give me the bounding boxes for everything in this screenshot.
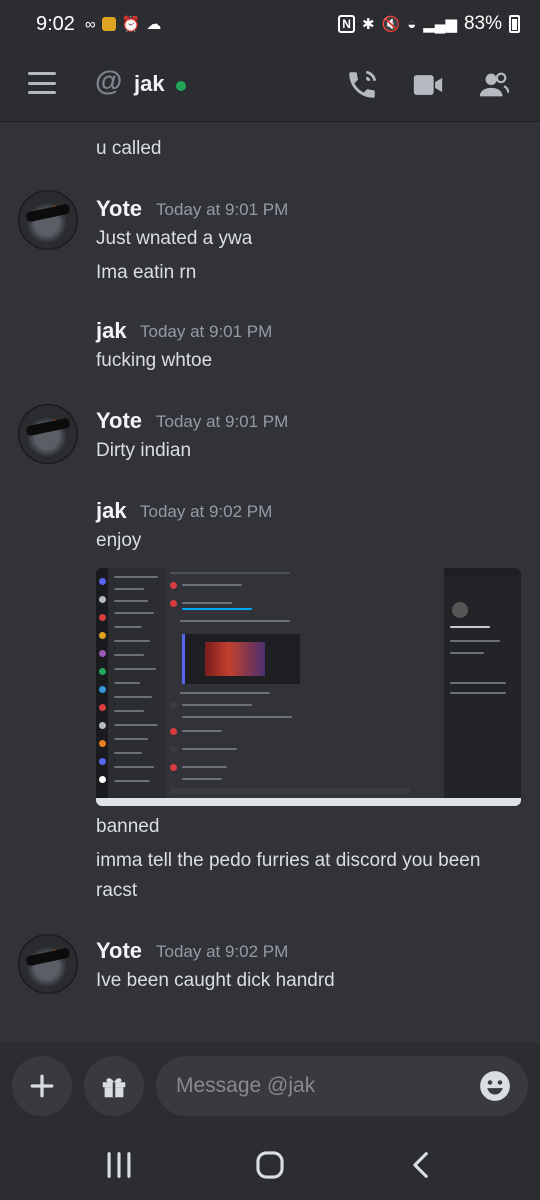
members-icon[interactable] [477,68,511,102]
message-composer [0,1042,540,1130]
attachment-video-embed [182,634,300,684]
bluetooth-icon: ✱ [361,16,375,33]
message-author[interactable]: Yote [96,408,142,434]
message-text: banned [96,816,160,837]
attachment-profile-panel [444,576,521,798]
at-icon: @ [95,65,123,96]
status-bar: 9:02 ∞ ⏰ ☁ N ✱ 🔇 ◒ ▂▄▆ 83% [0,0,540,48]
wifi-icon: ◒ [407,15,417,33]
emoji-icon[interactable] [478,1069,512,1103]
online-status-icon [176,81,186,91]
message-text: u called [96,138,162,159]
message-list[interactable]: u called Yote Today at 9:01 PM Just wnat… [0,122,540,1042]
attachment-server-bar [96,568,108,798]
message-timestamp: Today at 9:01 PM [140,322,273,341]
avatar[interactable] [18,190,78,250]
add-attachment-button[interactable] [12,1056,72,1116]
video-icon[interactable] [411,68,445,102]
chat-header: @ jak [0,48,540,122]
recipient-name[interactable]: jak [134,71,165,97]
back-icon[interactable] [404,1148,440,1182]
call-icon[interactable] [345,68,379,102]
message-text: Ive been caught dick handrd [96,970,335,991]
status-time: 9:02 [36,12,75,35]
message-timestamp: Today at 9:01 PM [156,412,289,431]
signal-icon: ▂▄▆ [423,16,457,33]
attachment-taskbar [96,798,521,806]
cloud-icon: ☁ [146,16,162,33]
message-text: enjoy [96,530,142,551]
message-author[interactable]: Yote [96,938,142,964]
battery-percent: 83% [463,13,502,34]
message-text: imma tell the pedo furries at discord yo… [96,850,481,901]
avatar[interactable] [18,404,78,464]
recent-apps-icon[interactable] [101,1148,137,1182]
message-author[interactable]: Yote [96,196,142,222]
attachment-dm-list [108,568,166,798]
image-attachment[interactable] [96,568,521,806]
alarm-icon: ⏰ [121,16,141,33]
message-author[interactable]: jak [96,498,127,524]
plus-icon [30,1074,54,1098]
status-right-icons: N ✱ 🔇 ◒ ▂▄▆ 83% [338,13,520,35]
message-text: Ima eatin rn [96,262,197,283]
status-left-icons: ∞ ⏰ ☁ [84,15,162,34]
menu-icon[interactable] [28,72,56,94]
battery-icon [509,15,520,33]
message-text: fucking whtoe [96,350,213,371]
message-timestamp: Today at 9:02 PM [140,502,273,521]
message-text: Dirty indian [96,440,192,461]
home-icon[interactable] [252,1148,288,1182]
nfc-icon: N [338,15,355,33]
gift-icon [102,1078,126,1098]
message-timestamp: Today at 9:02 PM [156,942,289,961]
system-navigation-bar [0,1130,540,1200]
avatar[interactable] [18,934,78,994]
gift-button[interactable] [84,1056,144,1116]
message-author[interactable]: jak [96,318,127,344]
message-text: Just wnated a ywa [96,228,253,249]
voicemail-icon: ∞ [84,15,96,33]
message-timestamp: Today at 9:01 PM [156,200,289,219]
app-notification-icon [101,17,116,31]
mute-icon: 🔇 [381,16,401,33]
message-input[interactable] [156,1056,528,1116]
